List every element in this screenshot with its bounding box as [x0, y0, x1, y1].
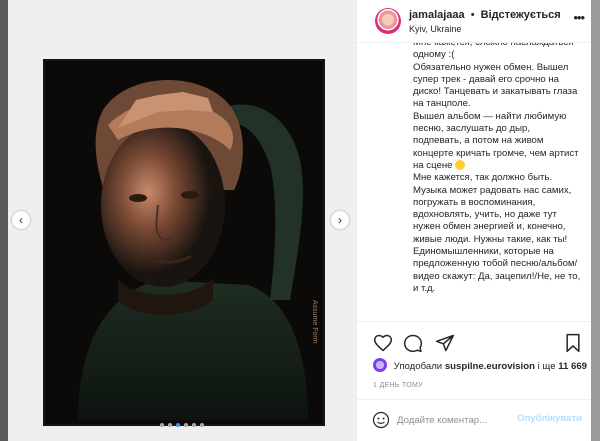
post-header: jamalajaaa • Відстежується Kyiv, Ukraine… — [357, 0, 591, 43]
post-side-panel: jamalajaaa • Відстежується Kyiv, Ukraine… — [356, 0, 591, 441]
comment-bar: Опублікувати — [357, 399, 591, 441]
username-link[interactable]: jamalajaaa — [409, 9, 465, 21]
post-photo[interactable]: Assume Form ‹ › — [8, 0, 356, 441]
carousel-prev-button[interactable]: ‹ — [12, 211, 30, 229]
bookmark-icon[interactable] — [563, 333, 583, 353]
backdrop-right — [591, 0, 600, 441]
likes-middle: і ще — [537, 361, 556, 372]
location-link[interactable]: Kyiv, Ukraine — [409, 24, 461, 34]
caption-paragraph: Мне кажется, так должно быть. Музыка мож… — [413, 172, 581, 294]
grinning-emoji-icon — [455, 159, 466, 170]
likes-prefix: Уподобали — [393, 361, 443, 372]
post-actions — [357, 330, 591, 356]
more-horizontal-icon[interactable]: ••• — [573, 10, 585, 25]
share-icon[interactable] — [435, 333, 455, 353]
heart-icon[interactable] — [373, 333, 393, 353]
carousel-next-button[interactable]: › — [331, 211, 349, 229]
caption-paragraph: Обязательно нужен обмен. Вышел супер тре… — [413, 61, 578, 110]
backdrop-left — [0, 0, 8, 441]
carousel-dot[interactable] — [160, 423, 164, 427]
chevron-left-icon: ‹ — [19, 213, 23, 227]
comment-icon[interactable] — [403, 333, 423, 353]
chevron-right-icon: › — [338, 213, 342, 227]
carousel-dot[interactable] — [184, 423, 188, 427]
carousel-dot[interactable] — [192, 423, 196, 427]
caption-text: Мне кажется, сложно наслаждаться одному … — [413, 43, 581, 295]
post-timestamp[interactable]: 1 ДЕНЬ ТОМУ — [373, 382, 423, 389]
publish-button[interactable]: Опублікувати — [517, 413, 582, 424]
carousel-dot[interactable] — [168, 423, 172, 427]
comment-input[interactable] — [397, 411, 515, 429]
separator-dot: • — [470, 9, 475, 21]
liker-username[interactable]: suspilne.eurovision — [445, 361, 535, 372]
caption-paragraph: Мне кажется, сложно наслаждаться одному … — [413, 43, 573, 61]
carousel-dots — [8, 423, 356, 427]
following-button[interactable]: Відстежується — [481, 9, 561, 21]
liker-avatar[interactable] — [373, 358, 387, 372]
post-author: jamalajaaa • Відстежується — [409, 9, 561, 21]
post-modal: Assume Form ‹ › jamalajaaa • Відстежуєть… — [8, 0, 591, 441]
photo-credit: Assume Form — [311, 300, 318, 344]
caption-scroll-area[interactable]: Мне кажется, сложно наслаждаться одному … — [357, 43, 591, 322]
carousel-dot[interactable] — [176, 423, 180, 427]
carousel-dot[interactable] — [200, 423, 204, 427]
emoji-smile-icon[interactable] — [372, 411, 390, 429]
caption-paragraph: Вышел альбом — найти любимую песню, засл… — [413, 110, 579, 171]
likes-summary: Уподобали suspilne.eurovision і ще 11 66… — [373, 358, 588, 378]
likes-count[interactable]: 11 669 — [558, 361, 587, 372]
portrait-image: Assume Form — [43, 59, 325, 426]
avatar[interactable] — [375, 8, 401, 34]
